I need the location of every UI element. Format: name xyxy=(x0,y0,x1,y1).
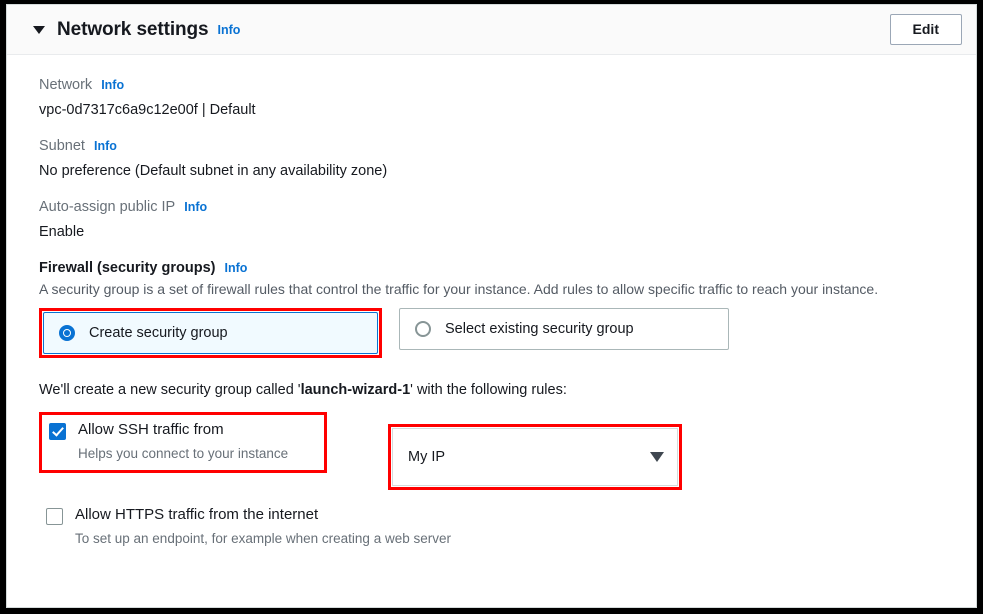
label-allow-https: Allow HTTPS traffic from the internet xyxy=(75,506,319,523)
info-link-network-settings[interactable]: Info xyxy=(218,23,241,37)
security-group-name: launch-wizard-1 xyxy=(300,382,411,398)
info-link-subnet[interactable]: Info xyxy=(94,139,117,153)
radio-tile-create-security-group[interactable]: Create security group xyxy=(43,312,378,354)
annotation-box-ssh-source-select: My IP xyxy=(388,424,682,490)
ssh-source-select[interactable]: My IP xyxy=(392,428,678,486)
ssh-checkbox-line: Allow SSH traffic from xyxy=(49,421,316,440)
label-text-network: Network xyxy=(39,77,93,93)
sublabel-allow-https: To set up an endpoint, for example when … xyxy=(75,531,451,546)
info-link-firewall[interactable]: Info xyxy=(224,261,247,275)
card-header: Network settings Info Edit xyxy=(7,5,976,55)
https-checkbox-line: Allow HTTPS traffic from the internet xyxy=(46,506,950,525)
radio-tile-select-existing-security-group[interactable]: Select existing security group xyxy=(399,308,729,350)
field-label-auto-assign-public-ip: Auto-assign public IP Info xyxy=(39,199,950,215)
label-text-subnet: Subnet xyxy=(39,138,85,154)
radio-icon-select-existing-security-group[interactable] xyxy=(415,321,431,337)
caret-down-icon-select[interactable] xyxy=(650,452,664,462)
page-title: Network settings xyxy=(57,18,209,40)
checkbox-allow-https[interactable] xyxy=(46,508,63,525)
firewall-heading: Firewall (security groups) Info xyxy=(39,260,950,276)
caret-down-icon[interactable] xyxy=(33,25,45,34)
card-body: Network Info vpc-0d7317c6a9c12e00f | Def… xyxy=(7,55,976,607)
edit-button[interactable]: Edit xyxy=(889,13,962,46)
field-label-network: Network Info xyxy=(39,77,950,93)
security-group-option-row: Create security group Select existing se… xyxy=(39,308,950,358)
screenshot-root: Network settings Info Edit Network Info … xyxy=(0,0,983,614)
firewall-heading-text: Firewall (security groups) xyxy=(39,260,216,276)
annotation-box-create-security-group: Create security group xyxy=(39,308,382,358)
field-label-subnet: Subnet Info xyxy=(39,138,950,154)
tile-wrap-select-existing-security-group: Select existing security group xyxy=(399,308,729,358)
radio-icon-create-security-group[interactable] xyxy=(59,325,75,341)
note-prefix: We'll create a new security group called… xyxy=(39,382,301,398)
security-group-name-note: We'll create a new security group called… xyxy=(39,382,950,398)
info-link-auto-assign-public-ip[interactable]: Info xyxy=(184,200,207,214)
sublabel-allow-ssh: Helps you connect to your instance xyxy=(78,446,289,461)
annotation-box-ssh-rule: Allow SSH traffic from Helps you connect… xyxy=(39,412,327,474)
label-allow-ssh: Allow SSH traffic from xyxy=(78,421,224,438)
field-value-auto-assign-public-ip: Enable xyxy=(39,224,85,240)
firewall-description: A security group is a set of firewall ru… xyxy=(39,281,879,297)
ssh-source-select-value: My IP xyxy=(408,449,446,465)
network-settings-card: Network settings Info Edit Network Info … xyxy=(6,4,977,608)
ssh-rule-row: Allow SSH traffic from Helps you connect… xyxy=(39,412,950,490)
field-value-network: vpc-0d7317c6a9c12e00f | Default xyxy=(39,102,256,118)
radio-label-create-security-group: Create security group xyxy=(89,325,228,341)
note-suffix: ' with the following rules: xyxy=(410,382,567,398)
label-text-auto-assign-public-ip: Auto-assign public IP xyxy=(39,199,176,215)
radio-label-select-existing-security-group: Select existing security group xyxy=(445,321,634,337)
https-rule-row: Allow HTTPS traffic from the internet To… xyxy=(46,506,950,547)
info-link-network[interactable]: Info xyxy=(101,78,124,92)
field-value-subnet: No preference (Default subnet in any ava… xyxy=(39,163,388,179)
checkbox-allow-ssh[interactable] xyxy=(49,423,66,440)
